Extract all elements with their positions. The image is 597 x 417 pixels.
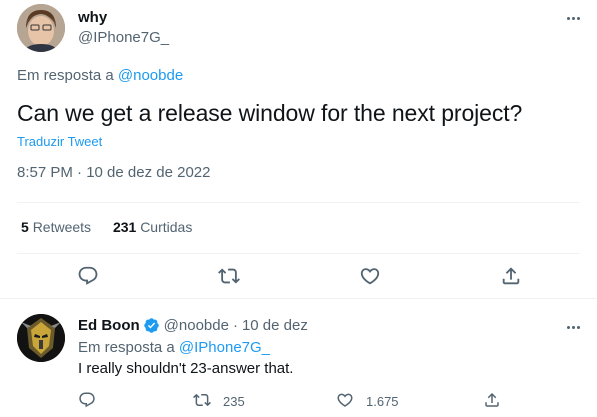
reply-to-link[interactable]: @noobde: [118, 67, 183, 84]
reply-icon[interactable]: [77, 265, 99, 287]
separator: ·: [232, 317, 238, 334]
retweet-count: 235: [223, 393, 245, 409]
more-icon[interactable]: [561, 10, 585, 26]
reply-prefix: Em resposta a: [17, 67, 114, 84]
like-action[interactable]: 1.675: [336, 392, 399, 410]
more-icon[interactable]: [561, 319, 585, 335]
tweet-stats: 5 Retweets 231 Curtidas: [21, 219, 210, 235]
tweet-text: Can we get a release window for the next…: [17, 100, 523, 126]
reply-to-link[interactable]: @IPhone7G_: [179, 339, 270, 356]
translate-link[interactable]: Traduzir Tweet: [17, 134, 102, 149]
divider: [17, 253, 580, 254]
retweets-count: 5: [21, 219, 29, 235]
author-handle[interactable]: @IPhone7G_: [78, 29, 169, 46]
share-action[interactable]: [483, 392, 501, 410]
likes-label: Curtidas: [140, 219, 193, 235]
avatar[interactable]: [17, 4, 65, 52]
share-icon[interactable]: [500, 265, 522, 287]
retweet-action[interactable]: 235: [193, 392, 245, 410]
like-icon[interactable]: [359, 265, 381, 287]
likes-stat[interactable]: 231 Curtidas: [113, 219, 192, 235]
retweet-icon[interactable]: [193, 391, 211, 412]
share-icon[interactable]: [483, 391, 501, 412]
reply-context: Em resposta a @IPhone7G_: [78, 339, 270, 356]
like-count: 1.675: [366, 393, 399, 409]
reply-header: Ed Boon @noobde · 10 de dez: [78, 317, 308, 334]
timestamp[interactable]: 8:57 PM · 10 de dez de 2022: [17, 164, 210, 181]
retweets-label: Retweets: [32, 219, 92, 235]
author-name[interactable]: Ed Boon: [78, 317, 140, 334]
main-tweet: why @IPhone7G_ Em resposta a @noobde Can…: [0, 0, 597, 299]
reply-prefix: Em resposta a: [78, 339, 175, 356]
reply-context: Em resposta a @noobde: [17, 67, 183, 84]
avatar[interactable]: [17, 314, 65, 362]
author-handle[interactable]: @noobde: [164, 317, 229, 334]
verified-badge-icon: [143, 317, 160, 334]
tweet-date[interactable]: 10 de dez: [242, 317, 308, 334]
retweets-stat[interactable]: 5 Retweets: [21, 219, 91, 235]
like-icon[interactable]: [336, 391, 354, 412]
retweet-icon[interactable]: [218, 265, 240, 287]
reply-icon[interactable]: [78, 391, 96, 412]
reply-action[interactable]: [78, 392, 96, 410]
divider: [17, 202, 580, 203]
likes-count: 231: [112, 219, 137, 235]
tweet-text: I really shouldn't 23-answer that.: [78, 360, 294, 377]
author-name[interactable]: why: [78, 9, 107, 26]
